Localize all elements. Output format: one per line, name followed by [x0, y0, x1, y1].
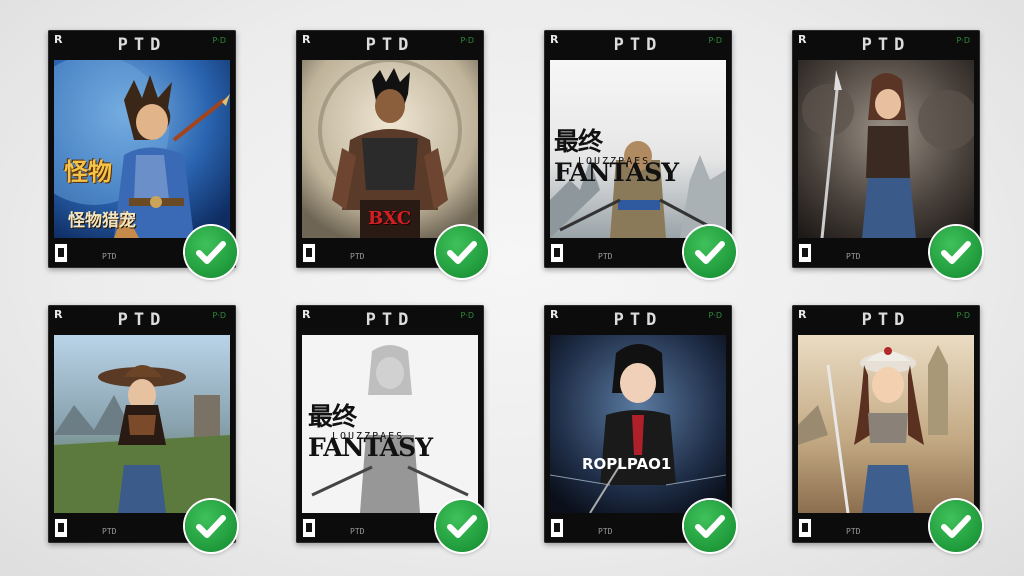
footer-brand: PTD: [350, 527, 365, 536]
cover-art: [798, 335, 974, 513]
footer-brand: PTD: [598, 527, 613, 536]
case-brand: PTD: [613, 35, 663, 55]
esrb-rating-icon: [550, 243, 564, 263]
esrb-rating-icon: [302, 518, 316, 538]
platform-logo: R: [798, 308, 807, 321]
cover-subtitle: LOUZZPAES: [332, 431, 405, 442]
platform-logo: R: [550, 33, 559, 46]
cover-title: 最终FANTASY: [308, 402, 433, 462]
check-icon: [185, 226, 237, 278]
check-icon: [684, 500, 736, 552]
cover-art: 怪物 怪物猎宠: [54, 60, 230, 238]
footer-brand: PTD: [598, 252, 613, 261]
case-header: R PTD P·D: [296, 305, 484, 335]
case-header: R PTD P·D: [544, 30, 732, 60]
cover-art: [798, 60, 974, 238]
check-icon: [684, 226, 736, 278]
case-brand: PTD: [365, 35, 415, 55]
footer-brand: PTD: [102, 252, 117, 261]
cover-art: 最终FANTASY LOUZZPAES: [302, 335, 478, 513]
esrb-rating-icon: [798, 243, 812, 263]
esrb-rating-icon: [550, 518, 564, 538]
case-subbrand: P·D: [212, 311, 226, 320]
case-subbrand: P·D: [708, 36, 722, 45]
case-brand: PTD: [861, 35, 911, 55]
esrb-rating-icon: [798, 518, 812, 538]
case-header: R PTD P·D: [792, 30, 980, 60]
case-brand: PTD: [365, 310, 415, 330]
case-subbrand: P·D: [460, 36, 474, 45]
check-icon: [436, 226, 488, 278]
cover-title: 最终FANTASY: [554, 127, 679, 187]
footer-brand: PTD: [846, 527, 861, 536]
platform-logo: R: [550, 308, 559, 321]
case-subbrand: P·D: [956, 36, 970, 45]
game-cover-grid: R PTD P·D 怪物 怪物猎宠 PTD R PTD P·D BXC PTD …: [0, 0, 1024, 576]
cover-title: ROPLPAO1: [582, 455, 672, 473]
cover-art: BXC: [302, 60, 478, 238]
check-icon: [436, 500, 488, 552]
case-header: R PTD P·D: [296, 30, 484, 60]
cover-subtitle: LOUZZPAES: [578, 156, 651, 167]
case-header: R PTD P·D: [792, 305, 980, 335]
case-header: R PTD P·D: [48, 30, 236, 60]
case-header: R PTD P·D: [544, 305, 732, 335]
case-brand: PTD: [117, 35, 167, 55]
platform-logo: R: [54, 308, 63, 321]
case-subbrand: P·D: [708, 311, 722, 320]
platform-logo: R: [302, 308, 311, 321]
cover-subtitle: 怪物猎宠: [68, 211, 136, 231]
footer-brand: PTD: [350, 252, 365, 261]
platform-logo: R: [54, 33, 63, 46]
case-header: R PTD P·D: [48, 305, 236, 335]
check-icon: [185, 500, 237, 552]
case-subbrand: P·D: [956, 311, 970, 320]
footer-brand: PTD: [102, 527, 117, 536]
case-subbrand: P·D: [460, 311, 474, 320]
case-subbrand: P·D: [212, 36, 226, 45]
check-icon: [930, 226, 982, 278]
case-brand: PTD: [117, 310, 167, 330]
esrb-rating-icon: [54, 243, 68, 263]
footer-brand: PTD: [846, 252, 861, 261]
platform-logo: R: [302, 33, 311, 46]
case-brand: PTD: [613, 310, 663, 330]
cover-title: BXC: [368, 208, 412, 229]
case-brand: PTD: [861, 310, 911, 330]
cover-art: ROPLPAO1: [550, 335, 726, 513]
cover-art: [54, 335, 230, 513]
esrb-rating-icon: [54, 518, 68, 538]
platform-logo: R: [798, 33, 807, 46]
cover-art: 最终FANTASY LOUZZPAES: [550, 60, 726, 238]
esrb-rating-icon: [302, 243, 316, 263]
cover-title: 怪物: [64, 157, 112, 186]
check-icon: [930, 500, 982, 552]
